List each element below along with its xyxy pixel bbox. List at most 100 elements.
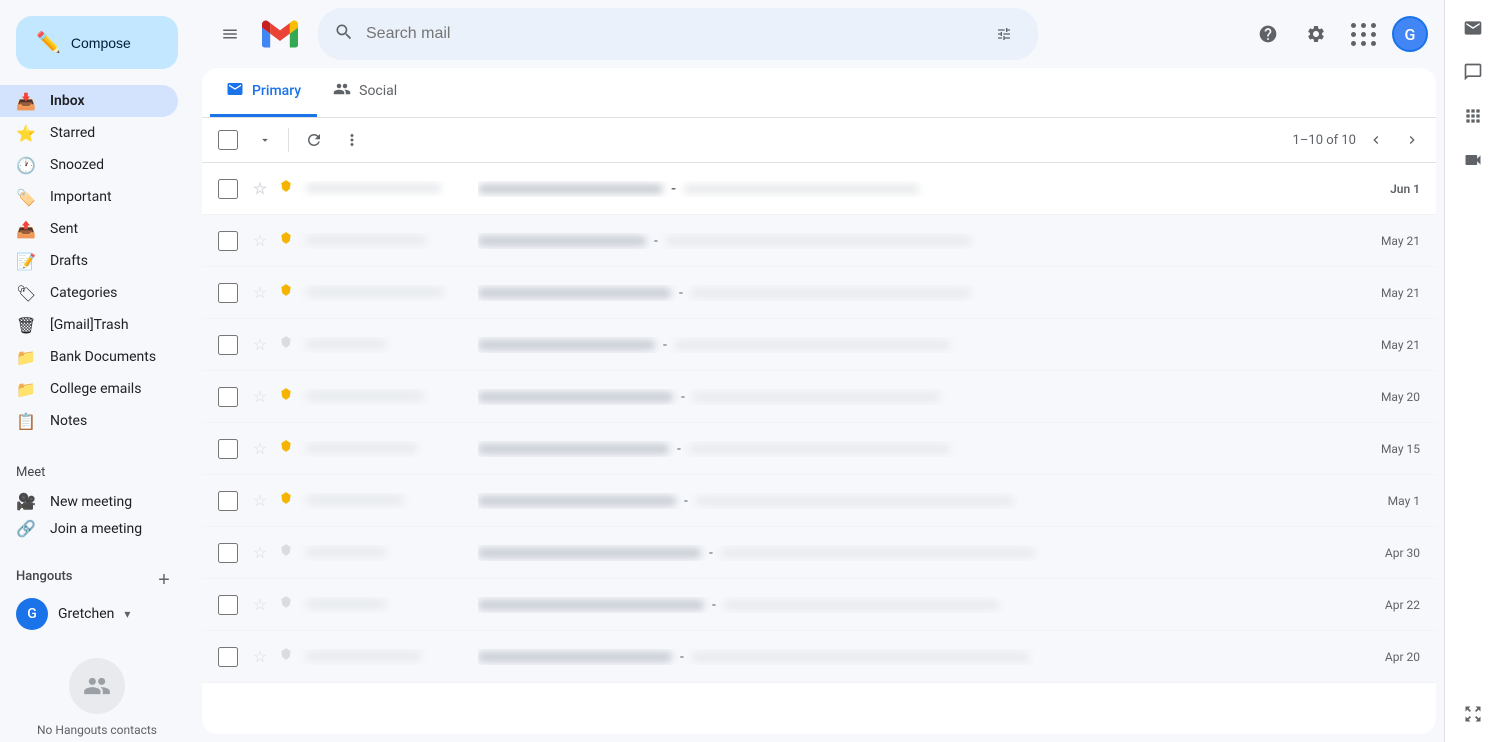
sidebar-item-sent[interactable]: 📤 Sent <box>0 213 178 245</box>
hangouts-user-item[interactable]: G Gretchen ▾ <box>16 594 178 634</box>
sidebar-item-important[interactable]: 🏷️ Important <box>0 181 178 213</box>
sidebar-item-college-emails[interactable]: 📁 College emails <box>0 373 178 405</box>
star-button-3[interactable]: ☆ <box>250 335 270 355</box>
nav-list: 📥 Inbox ⭐ Starred 🕐 Snoozed 🏷️ Important… <box>0 85 194 437</box>
more-options-button[interactable] <box>335 122 369 158</box>
apps-button[interactable] <box>1344 14 1384 54</box>
row-checkbox-2[interactable] <box>218 283 238 303</box>
row-checkbox-6[interactable] <box>218 491 238 511</box>
notes-label: Notes <box>50 413 162 429</box>
important-marker-6[interactable] <box>276 491 296 511</box>
row-checkbox-7[interactable] <box>218 543 238 563</box>
star-button-1[interactable]: ☆ <box>250 231 270 251</box>
date-8: Apr 22 <box>1368 598 1428 612</box>
row-checkbox-3[interactable] <box>218 335 238 355</box>
row-checkbox-8[interactable] <box>218 595 238 615</box>
star-button-9[interactable]: ☆ <box>250 647 270 667</box>
compose-label: Compose <box>71 35 131 51</box>
star-button-2[interactable]: ☆ <box>250 283 270 303</box>
select-dropdown-button[interactable] <box>250 122 280 158</box>
table-row[interactable]: ☆ - <box>202 423 1436 475</box>
sent-icon: 📤 <box>16 220 36 239</box>
important-marker-5[interactable] <box>276 439 296 459</box>
table-row[interactable]: ☆ - <box>202 475 1436 527</box>
email-content-1: - <box>478 233 1360 249</box>
settings-button[interactable] <box>1296 14 1336 54</box>
important-icon: 🏷️ <box>16 188 36 207</box>
gmail-logo <box>262 20 298 48</box>
select-all-checkbox[interactable] <box>218 130 238 150</box>
right-tab-expand[interactable] <box>1453 694 1493 734</box>
add-hangout-button[interactable]: + <box>150 566 178 594</box>
hamburger-button[interactable] <box>210 14 250 54</box>
sidebar-item-inbox[interactable]: 📥 Inbox <box>0 85 178 117</box>
right-tab-chat[interactable] <box>1453 52 1493 92</box>
sidebar-item-drafts[interactable]: 📝 Drafts <box>0 245 178 277</box>
date-0: Jun 1 <box>1368 182 1428 196</box>
star-button-8[interactable]: ☆ <box>250 595 270 615</box>
row-checkbox-5[interactable] <box>218 439 238 459</box>
date-2: May 21 <box>1368 286 1428 300</box>
right-tab-mail[interactable] <box>1453 8 1493 48</box>
star-button-4[interactable]: ☆ <box>250 387 270 407</box>
sender-6 <box>298 493 478 509</box>
search-icon[interactable] <box>334 22 354 47</box>
table-row[interactable]: ☆ - <box>202 631 1436 683</box>
right-tab-spaces[interactable] <box>1453 96 1493 136</box>
star-button-5[interactable]: ☆ <box>250 439 270 459</box>
important-marker-4[interactable] <box>276 387 296 407</box>
sidebar-item-categories[interactable]: 🏷 Categories <box>0 277 178 309</box>
star-button-7[interactable]: ☆ <box>250 543 270 563</box>
snoozed-label: Snoozed <box>50 157 162 173</box>
table-row[interactable]: ☆ - <box>202 163 1436 215</box>
sidebar-item-new-meeting[interactable]: 🎥 New meeting <box>0 488 178 515</box>
social-tab-icon <box>333 80 351 102</box>
important-marker-3[interactable] <box>276 335 296 355</box>
row-checkbox-4[interactable] <box>218 387 238 407</box>
sidebar-item-snoozed[interactable]: 🕐 Snoozed <box>0 149 178 181</box>
row-checkbox-9[interactable] <box>218 647 238 667</box>
star-button-6[interactable]: ☆ <box>250 491 270 511</box>
no-contacts-area: No Hangouts contacts Find someone <box>0 642 194 742</box>
starred-label: Starred <box>50 125 162 141</box>
sidebar-item-starred[interactable]: ⭐ Starred <box>0 117 178 149</box>
sidebar-item-join-meeting[interactable]: 🔗 Join a meeting <box>0 515 178 542</box>
table-row[interactable]: ☆ - <box>202 527 1436 579</box>
important-marker-9[interactable] <box>276 647 296 667</box>
user-avatar[interactable]: G <box>1392 16 1428 52</box>
important-marker-7[interactable] <box>276 543 296 563</box>
starred-icon: ⭐ <box>16 124 36 143</box>
tab-social[interactable]: Social <box>317 68 413 117</box>
important-marker-2[interactable] <box>276 283 296 303</box>
row-checkbox-0[interactable] <box>218 179 238 199</box>
table-row[interactable]: ☆ - <box>202 215 1436 267</box>
support-button[interactable] <box>1248 14 1288 54</box>
table-row[interactable]: ☆ - <box>202 267 1436 319</box>
table-row[interactable]: ☆ - <box>202 371 1436 423</box>
row-checkbox-1[interactable] <box>218 231 238 251</box>
tab-primary[interactable]: Primary <box>210 68 317 117</box>
tab-social-label: Social <box>359 83 397 99</box>
email-content-0: - <box>478 181 1360 197</box>
table-row[interactable]: ☆ - <box>202 319 1436 371</box>
older-button[interactable] <box>1396 124 1428 156</box>
important-marker-8[interactable] <box>276 595 296 615</box>
sidebar-item-gmail-trash[interactable]: 🗑 [Gmail]Trash <box>0 309 178 341</box>
search-input[interactable] <box>366 25 974 43</box>
refresh-button[interactable] <box>297 122 331 158</box>
important-marker-1[interactable] <box>276 231 296 251</box>
important-marker-0[interactable] <box>276 179 296 199</box>
star-button-0[interactable]: ☆ <box>250 179 270 199</box>
newer-button[interactable] <box>1360 124 1392 156</box>
sidebar-item-bank-docs[interactable]: 📁 Bank Documents <box>0 341 178 373</box>
sidebar-item-notes[interactable]: 📋 Notes <box>0 405 178 437</box>
search-options-button[interactable] <box>986 16 1022 52</box>
compose-button[interactable]: ✏️ Compose <box>16 16 178 69</box>
compose-icon: ✏️ <box>36 30 61 55</box>
toolbar: 1–10 of 10 <box>202 118 1436 163</box>
hangouts-title: Hangouts <box>16 569 72 584</box>
sender-7 <box>298 545 478 561</box>
date-4: May 20 <box>1368 390 1428 404</box>
table-row[interactable]: ☆ - <box>202 579 1436 631</box>
right-tab-meet[interactable] <box>1453 140 1493 180</box>
